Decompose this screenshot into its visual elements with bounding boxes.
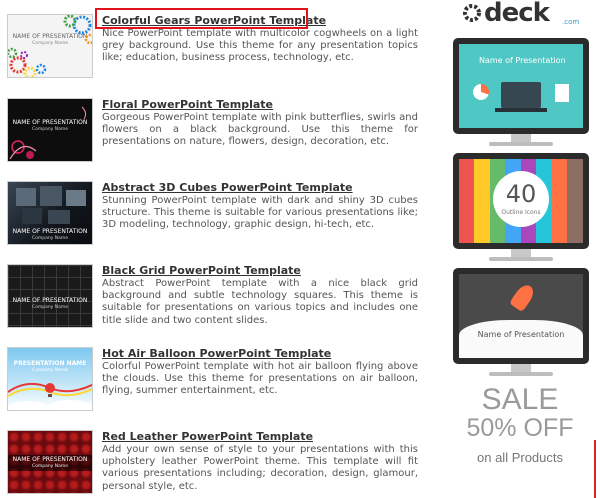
pie-graphic bbox=[473, 84, 489, 100]
monitor-screen: Name of Presentation bbox=[453, 38, 589, 134]
template-thumbnail[interactable]: NAME OF PRESENTATION Company Name bbox=[7, 264, 93, 328]
ad-logo-suffix: .com bbox=[562, 18, 580, 26]
template-title-link[interactable]: Abstract 3D Cubes PowerPoint Template bbox=[102, 181, 353, 194]
ad-monitor: 40 Outline Icons bbox=[453, 153, 589, 263]
monitor-base bbox=[489, 257, 553, 261]
floral-graphic bbox=[9, 106, 87, 160]
template-thumbnail[interactable]: PRESENTATION NAME Company Name bbox=[7, 347, 93, 411]
template-title-link[interactable]: Floral PowerPoint Template bbox=[102, 98, 273, 111]
template-description: Colorful PowerPoint template with hot ai… bbox=[102, 361, 418, 397]
template-item: NAME OF PRESENTATION Company Name Black … bbox=[0, 264, 430, 344]
laptop-graphic bbox=[501, 82, 541, 108]
sale-discount: 50% OFF bbox=[466, 414, 574, 442]
balloon-graphic bbox=[8, 382, 92, 410]
sale-subtext: on all Products bbox=[477, 450, 563, 465]
template-item: NAME OF PRESENTATION Company Name Abstra… bbox=[0, 181, 430, 251]
template-description: Gorgeous PowerPoint template with pink b… bbox=[102, 112, 418, 148]
doc-graphic bbox=[555, 84, 569, 102]
ad-monitor: Name of Presentation bbox=[453, 268, 589, 378]
thumb-subtitle: Company Name bbox=[31, 305, 69, 310]
template-list: NAME OF PRESENTATION Company Name Colorf… bbox=[0, 0, 430, 498]
icons-count: 40 bbox=[505, 180, 537, 208]
thumb-subtitle: Company Name bbox=[31, 464, 69, 469]
template-title-link[interactable]: Red Leather PowerPoint Template bbox=[102, 430, 313, 443]
template-item: NAME OF PRESENTATION Company Name Floral… bbox=[0, 98, 430, 168]
template-thumbnail[interactable]: NAME OF PRESENTATION Company Name bbox=[7, 14, 93, 78]
slide-title: Name of Presentation bbox=[477, 330, 565, 339]
laptop-base bbox=[495, 108, 547, 112]
monitor-base bbox=[489, 372, 553, 376]
template-description: Nice PowerPoint template with multicolor… bbox=[102, 28, 418, 64]
template-title-link[interactable]: Black Grid PowerPoint Template bbox=[102, 264, 301, 277]
template-title-link[interactable]: Hot Air Balloon PowerPoint Template bbox=[102, 347, 331, 360]
template-description: Abstract PowerPoint template with a nice… bbox=[102, 278, 418, 326]
template-thumbnail[interactable]: NAME OF PRESENTATION Company Name bbox=[7, 181, 93, 245]
template-description: Add your own sense of style to your pres… bbox=[102, 444, 418, 492]
slide-title: Name of Presentation bbox=[479, 56, 566, 65]
adjacent-panel-edge bbox=[594, 440, 600, 498]
gears-graphic bbox=[8, 15, 92, 77]
thumb-title: NAME OF PRESENTATION bbox=[12, 456, 88, 463]
template-item: NAME OF PRESENTATION Company Name Red Le… bbox=[0, 430, 430, 498]
monitor-base bbox=[489, 142, 553, 146]
rocket-icon bbox=[508, 281, 538, 313]
icons-circle: 40 Outline Icons bbox=[493, 171, 549, 227]
highlight-box bbox=[95, 8, 308, 29]
template-description: Stunning PowerPoint template with dark a… bbox=[102, 195, 418, 231]
monitor-slide: Name of Presentation bbox=[459, 274, 583, 358]
monitor-slide: Name of Presentation bbox=[459, 44, 583, 128]
sale-heading: SALE bbox=[481, 383, 559, 416]
template-thumbnail[interactable]: NAME OF PRESENTATION Company Name bbox=[7, 430, 93, 494]
template-item: PRESENTATION NAME Company Name Hot Air B… bbox=[0, 347, 430, 417]
thumb-subtitle: Company Name bbox=[31, 236, 69, 241]
monitor-screen: Name of Presentation bbox=[453, 268, 589, 364]
monitor-slide: 40 Outline Icons bbox=[459, 159, 583, 243]
gear-icon bbox=[463, 4, 481, 22]
icons-label: Outline Icons bbox=[501, 209, 541, 216]
monitor-screen: 40 Outline Icons bbox=[453, 153, 589, 249]
template-thumbnail[interactable]: NAME OF PRESENTATION Company Name bbox=[7, 98, 93, 162]
ad-monitor: Name of Presentation bbox=[453, 38, 589, 148]
thumb-title: NAME OF PRESENTATION bbox=[12, 297, 88, 304]
cloud-graphic bbox=[459, 320, 583, 358]
thumb-title: NAME OF PRESENTATION bbox=[12, 228, 88, 235]
ad-logo: deck bbox=[484, 0, 550, 28]
